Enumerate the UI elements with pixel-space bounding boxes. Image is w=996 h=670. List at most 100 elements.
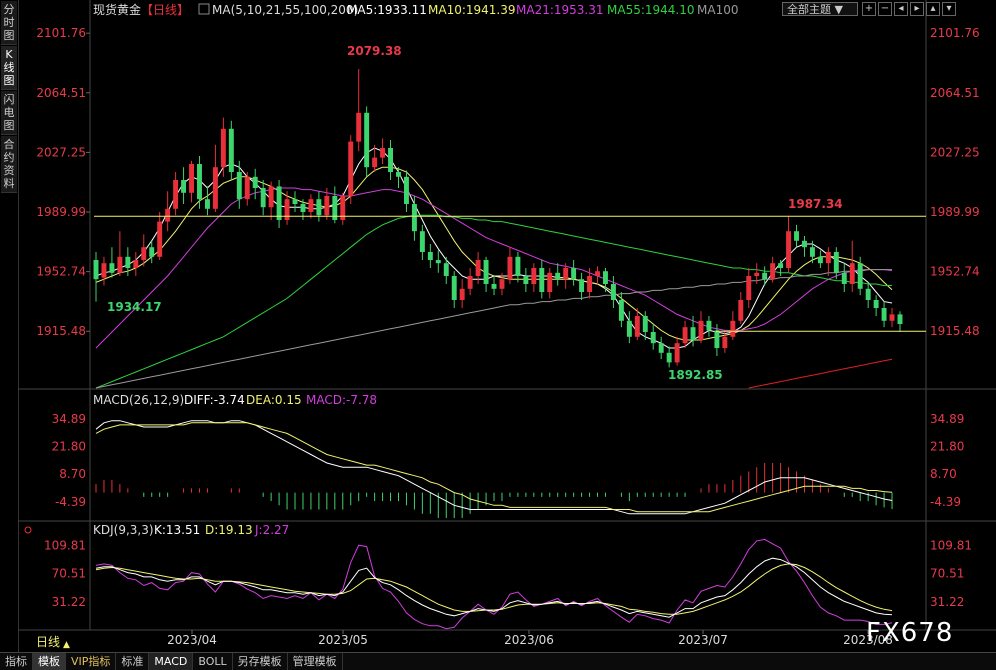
- candle-body: [682, 327, 688, 344]
- candle-body: [475, 260, 481, 276]
- price-tick-label-left: 2064.51: [36, 86, 86, 100]
- candle-body: [411, 204, 417, 232]
- candle-body: [228, 128, 234, 172]
- candle-body: [762, 272, 768, 280]
- candle-body: [403, 176, 409, 204]
- candle-body: [857, 263, 863, 289]
- candle-body: [873, 300, 879, 308]
- macd-tick-label-left: 8.70: [59, 467, 86, 481]
- tab-save-template[interactable]: 另存模板: [233, 653, 288, 670]
- candle-body: [284, 199, 290, 220]
- candle-body: [443, 263, 449, 276]
- candle-body: [841, 272, 847, 284]
- high-annotation: 2079.38: [347, 44, 402, 58]
- tab-indicator[interactable]: 指标: [0, 653, 33, 670]
- candle-body: [786, 231, 792, 268]
- x-tick-label: 2023/07: [678, 633, 728, 647]
- kdj-axis: 109.81 109.81 70.51 70.51 31.22 31.22: [44, 538, 972, 609]
- kdj-plot: [95, 538, 893, 630]
- candle-body: [730, 320, 736, 337]
- bottom-tab-bar: 指标 模板 VIP指标 标准 MACD BOLL 另存模板 管理模板: [0, 652, 996, 670]
- price-tick-label-right: 1952.74: [930, 265, 980, 279]
- candle-body: [523, 276, 529, 284]
- candle-body: [666, 352, 672, 363]
- theme-select-label: 全部主题: [787, 3, 831, 16]
- macd-tick-label-right: 34.89: [930, 412, 964, 426]
- candle-body: [157, 221, 163, 257]
- candle-body: [356, 112, 362, 142]
- candle-body: [610, 284, 616, 300]
- candle-body: [173, 180, 179, 209]
- tab-standard[interactable]: 标准: [116, 653, 150, 670]
- macd-tick-label-left: 21.80: [52, 440, 86, 454]
- price-tick-label-left: 1989.99: [36, 205, 86, 219]
- macd-dea: DEA:0.15: [246, 393, 302, 407]
- ma5-value: MA5:1933.11: [347, 3, 427, 17]
- candle-body: [626, 320, 632, 337]
- tab-template[interactable]: 模板: [33, 653, 66, 670]
- macd-diff: DIFF:-3.74: [184, 393, 245, 407]
- period-button[interactable]: 日线: [36, 635, 60, 649]
- candle-body: [244, 176, 250, 200]
- candle-body: [491, 284, 497, 289]
- tab-boll[interactable]: BOLL: [193, 653, 233, 670]
- ma-label: MA(5,10,21,55,100,200): [212, 3, 358, 17]
- candle-body: [881, 308, 887, 321]
- candle-body: [563, 268, 569, 280]
- chart-canvas[interactable]: 现货黄金 【日线】 MA(5,10,21,55,100,200) MA5:193…: [0, 0, 996, 652]
- candle-body: [220, 128, 226, 168]
- candle-body: [459, 288, 465, 300]
- candle-body: [181, 180, 187, 193]
- candle-body: [642, 316, 648, 332]
- candle-body: [889, 314, 895, 321]
- candle-body: [833, 252, 839, 273]
- candle-body: [531, 268, 537, 284]
- macd-tick-label-right: 21.80: [930, 440, 964, 454]
- candle-body: [770, 263, 776, 280]
- candle-body: [618, 300, 624, 321]
- candle-body: [316, 199, 322, 216]
- candle-body: [547, 272, 553, 292]
- plus-icon[interactable]: +: [862, 2, 876, 16]
- price-tick-label-left: 1952.74: [36, 265, 86, 279]
- tab-vip-indicator[interactable]: VIP指标: [66, 653, 117, 670]
- candle-body: [252, 176, 258, 188]
- period-dropdown-icon[interactable]: ▲: [63, 640, 70, 650]
- ma10-value: MA10:1941.39: [428, 3, 516, 17]
- low2-annotation: 1892.85: [668, 368, 723, 382]
- x-tick-label: 2023/05: [318, 633, 368, 647]
- candle-body: [555, 272, 561, 280]
- candle-body: [674, 343, 680, 363]
- kdj-settings-icon[interactable]: [24, 526, 32, 534]
- left-arrow-icon[interactable]: ◂: [894, 2, 908, 16]
- candle-body: [260, 188, 266, 208]
- candle-body: [117, 256, 123, 273]
- candle-body: [897, 314, 903, 324]
- price-tick-label-right: 1989.99: [930, 205, 980, 219]
- x-axis-labels: 2023/04 2023/05 2023/06 2023/07 2023/08: [167, 630, 893, 647]
- macd-axis: 34.89 34.89 21.80 21.80 8.70 8.70 -4.39 -4.39: [52, 412, 965, 509]
- tab-macd[interactable]: MACD: [149, 653, 194, 670]
- candle-body: [388, 148, 394, 172]
- theme-select[interactable]: 全部主题 ▼: [782, 2, 858, 16]
- tab-manage-template[interactable]: 管理模板: [288, 653, 343, 670]
- up-arrow-icon[interactable]: ▴: [926, 2, 940, 16]
- candle-body: [212, 167, 218, 209]
- macd-tick-label-left: -4.39: [55, 495, 86, 509]
- candle-body: [754, 272, 760, 276]
- candle-body: [324, 196, 330, 216]
- kdj-label: KDJ(9,3,3): [93, 523, 154, 537]
- ma-toggle-icon[interactable]: [198, 3, 210, 15]
- price-tick-label-right: 2064.51: [930, 86, 980, 100]
- candle-body: [396, 172, 401, 177]
- candle-body: [794, 231, 799, 241]
- candle-body: [722, 336, 728, 348]
- minus-icon[interactable]: −: [878, 2, 892, 16]
- kdj-tick-label-left: 31.22: [52, 595, 86, 609]
- down-arrow-icon[interactable]: ▾: [942, 2, 956, 16]
- candle-body: [865, 288, 871, 300]
- candle-body: [571, 268, 577, 280]
- candle-body: [300, 204, 306, 212]
- right-arrow-icon[interactable]: ▸: [910, 2, 924, 16]
- kdj-j-line: [95, 538, 893, 630]
